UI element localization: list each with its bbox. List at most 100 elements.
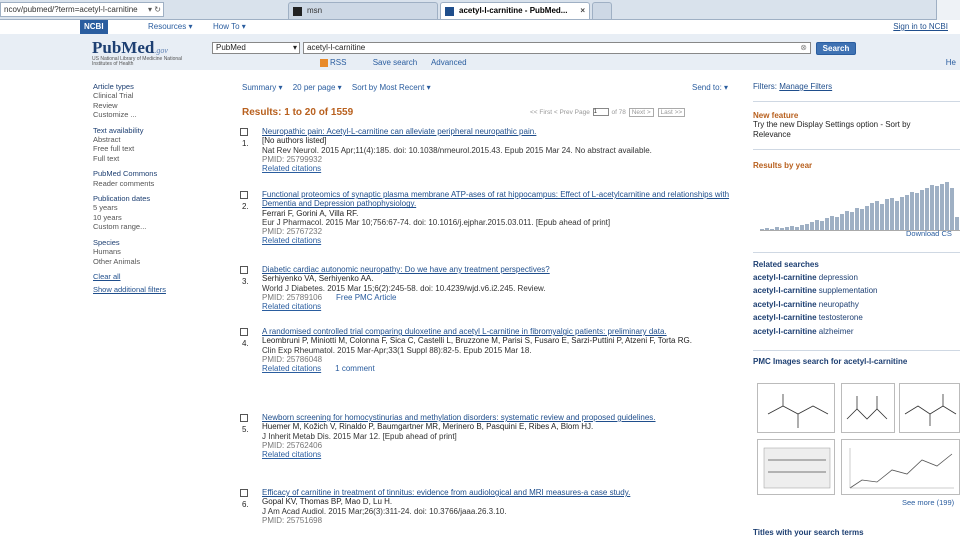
- new-feature-text[interactable]: Try the new Display Settings option - So…: [753, 120, 923, 139]
- prev-page-button[interactable]: < Prev: [554, 109, 573, 116]
- result-checkbox[interactable]: [240, 128, 248, 136]
- histogram-bar[interactable]: [945, 182, 949, 230]
- related-citations-link[interactable]: Related citations: [262, 236, 740, 245]
- histogram-bar[interactable]: [955, 217, 959, 230]
- histogram-bar[interactable]: [870, 203, 874, 230]
- related-citations-link[interactable]: Related citations: [262, 450, 740, 459]
- clear-icon[interactable]: ⊗: [800, 43, 807, 53]
- related-search-link[interactable]: acetyl-l-carnitine depression: [753, 273, 960, 283]
- result-title-link[interactable]: Newborn screening for homocystinurias an…: [262, 413, 740, 422]
- new-tab-button[interactable]: [592, 2, 612, 19]
- address-bar[interactable]: ncov/pubmed/?term=acetyl-l-carnitine ▾ ↻: [0, 2, 164, 17]
- help-link[interactable]: He: [946, 58, 956, 67]
- result-title-link[interactable]: Diabetic cardiac autonomic neuropathy: D…: [262, 265, 740, 274]
- summary-dropdown[interactable]: Summary ▾: [242, 83, 282, 92]
- see-more-link[interactable]: See more (199): [902, 498, 954, 507]
- result-checkbox[interactable]: [240, 414, 248, 422]
- histogram-bar[interactable]: [890, 198, 894, 230]
- related-search-link[interactable]: acetyl-l-carnitine neuropathy: [753, 300, 960, 310]
- resources-menu[interactable]: Resources ▾: [148, 20, 192, 34]
- pubmed-logo[interactable]: PubMed.gov: [92, 38, 168, 58]
- tab-pubmed[interactable]: acetyl-l-carnitine - PubMed... ×: [440, 2, 590, 19]
- search-button[interactable]: Search: [816, 42, 856, 55]
- histogram-bar[interactable]: [860, 208, 864, 230]
- histogram-bar[interactable]: [830, 215, 834, 230]
- filter-item[interactable]: Other Animals: [93, 257, 188, 266]
- histogram-bar[interactable]: [935, 186, 939, 230]
- related-citations-link[interactable]: Related citations: [262, 302, 740, 311]
- histogram-bar[interactable]: [895, 200, 899, 230]
- histogram-bar[interactable]: [875, 201, 879, 230]
- free-pmc-article-link[interactable]: Free PMC Article: [336, 293, 396, 302]
- tab-msn[interactable]: msn: [288, 2, 438, 19]
- histogram-bar[interactable]: [950, 187, 954, 230]
- histogram-bar[interactable]: [840, 214, 844, 230]
- send-to-dropdown[interactable]: Send to: ▾: [692, 83, 728, 92]
- first-page-button[interactable]: << First: [530, 109, 552, 116]
- histogram-bar[interactable]: [810, 222, 814, 230]
- ncbi-logo[interactable]: NCBI: [80, 20, 108, 34]
- pmc-image-thumbnail[interactable]: [757, 383, 835, 433]
- clear-all-link[interactable]: Clear all: [93, 272, 188, 281]
- related-citations-link[interactable]: Related citations: [262, 164, 740, 173]
- histogram-bar[interactable]: [845, 210, 849, 230]
- related-search-link[interactable]: acetyl-l-carnitine supplementation: [753, 286, 960, 296]
- filter-item[interactable]: Clinical Trial: [93, 91, 188, 100]
- rss-link[interactable]: RSS: [320, 58, 358, 67]
- result-checkbox[interactable]: [240, 191, 248, 199]
- filter-item[interactable]: Abstract: [93, 135, 188, 144]
- filter-item[interactable]: 5 years: [93, 203, 188, 212]
- histogram-bar[interactable]: [815, 220, 819, 230]
- pmc-image-thumbnail[interactable]: [841, 383, 895, 433]
- histogram-bar[interactable]: [905, 194, 909, 230]
- howto-menu[interactable]: How To ▾: [213, 20, 246, 34]
- sort-dropdown[interactable]: Sort by Most Recent ▾: [352, 83, 431, 92]
- filter-item[interactable]: Full text: [93, 154, 188, 163]
- pmc-image-thumbnail[interactable]: [841, 439, 960, 495]
- pmc-image-thumbnail[interactable]: [757, 439, 835, 495]
- last-page-button[interactable]: Last >>: [657, 108, 686, 117]
- filter-item[interactable]: Custom range...: [93, 222, 188, 231]
- search-input[interactable]: acetyl-l-carnitine ⊗: [303, 42, 811, 54]
- comment-link[interactable]: 1 comment: [335, 364, 375, 373]
- result-checkbox[interactable]: [240, 489, 248, 497]
- database-select[interactable]: PubMed ▾: [212, 42, 300, 54]
- filter-item[interactable]: Free full text: [93, 144, 188, 153]
- save-search-link[interactable]: Save search: [373, 58, 417, 67]
- filter-item[interactable]: Humans: [93, 247, 188, 256]
- histogram-bar[interactable]: [850, 212, 854, 230]
- result-title-link[interactable]: Neuropathic pain: Acetyl-L-carnitine can…: [262, 127, 740, 136]
- histogram-bar[interactable]: [855, 207, 859, 230]
- result-title-link[interactable]: Efficacy of carnitine in treatment of ti…: [262, 488, 740, 497]
- histogram-bar[interactable]: [880, 204, 884, 230]
- filter-item[interactable]: Review: [93, 101, 188, 110]
- related-citations-link[interactable]: Related citations: [262, 364, 321, 373]
- results-by-year-histogram[interactable]: [760, 180, 960, 230]
- download-csv-link[interactable]: Download CS: [906, 229, 952, 238]
- related-search-link[interactable]: acetyl-l-carnitine testosterone: [753, 313, 960, 323]
- advanced-link[interactable]: Advanced: [431, 58, 467, 67]
- close-tab-icon[interactable]: ×: [580, 3, 585, 19]
- result-checkbox[interactable]: [240, 266, 248, 274]
- histogram-bar[interactable]: [820, 221, 824, 230]
- filter-item[interactable]: Customize ...: [93, 110, 188, 119]
- histogram-bar[interactable]: [930, 185, 934, 230]
- manage-filters-link[interactable]: Manage Filters: [779, 82, 832, 91]
- histogram-bar[interactable]: [920, 190, 924, 230]
- histogram-bar[interactable]: [825, 218, 829, 230]
- related-search-link[interactable]: acetyl-l-carnitine alzheimer: [753, 327, 960, 337]
- pmc-image-thumbnail[interactable]: [899, 383, 960, 433]
- per-page-dropdown[interactable]: 20 per page ▾: [293, 83, 342, 92]
- histogram-bar[interactable]: [865, 205, 869, 230]
- histogram-bar[interactable]: [910, 191, 914, 230]
- result-title-link[interactable]: Functional proteomics of synaptic plasma…: [262, 190, 740, 209]
- refresh-icon[interactable]: ▾ ↻: [148, 3, 161, 16]
- histogram-bar[interactable]: [900, 196, 904, 230]
- histogram-bar[interactable]: [915, 192, 919, 230]
- filter-item[interactable]: Reader comments: [93, 179, 188, 188]
- show-additional-filters-link[interactable]: Show additional filters: [93, 285, 188, 294]
- histogram-bar[interactable]: [925, 188, 929, 230]
- page-number-input[interactable]: 1: [592, 108, 609, 117]
- next-page-button[interactable]: Next >: [628, 108, 654, 117]
- sign-in-link[interactable]: Sign in to NCBI: [893, 20, 948, 34]
